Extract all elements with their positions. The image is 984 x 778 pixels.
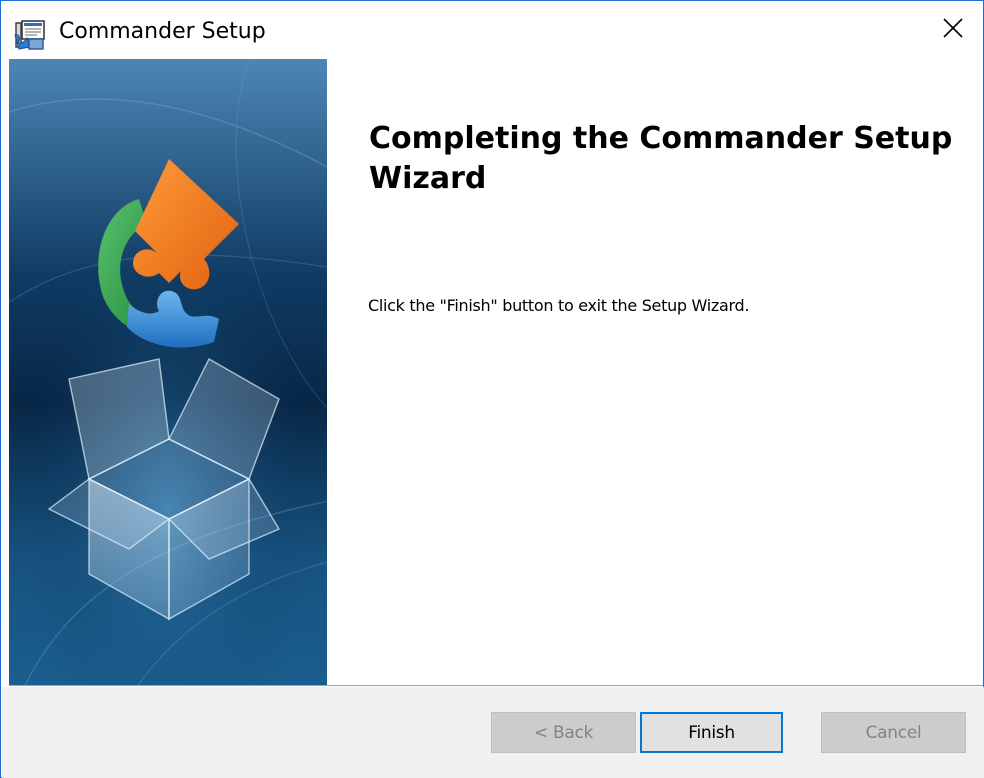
finish-button[interactable]: Finish: [640, 712, 783, 753]
instruction-text: Click the "Finish" button to exit the Se…: [368, 296, 750, 315]
back-button[interactable]: < Back: [491, 712, 636, 753]
close-icon: [942, 17, 964, 44]
page-title: Completing the Commander Setup Wizard: [369, 121, 953, 196]
cancel-button[interactable]: Cancel: [821, 712, 966, 753]
setup-installer-icon: [13, 17, 47, 51]
button-bar: < Back Finish Cancel: [2, 687, 984, 778]
setup-window: Commander Setup Completing the Commander…: [0, 0, 984, 778]
wizard-banner-image: [9, 59, 327, 685]
wizard-content: Completing the Commander Setup Wizard Cl…: [327, 59, 983, 685]
window-title: Commander Setup: [59, 19, 266, 44]
close-button[interactable]: [923, 1, 983, 59]
title-bar[interactable]: Commander Setup: [1, 1, 983, 59]
